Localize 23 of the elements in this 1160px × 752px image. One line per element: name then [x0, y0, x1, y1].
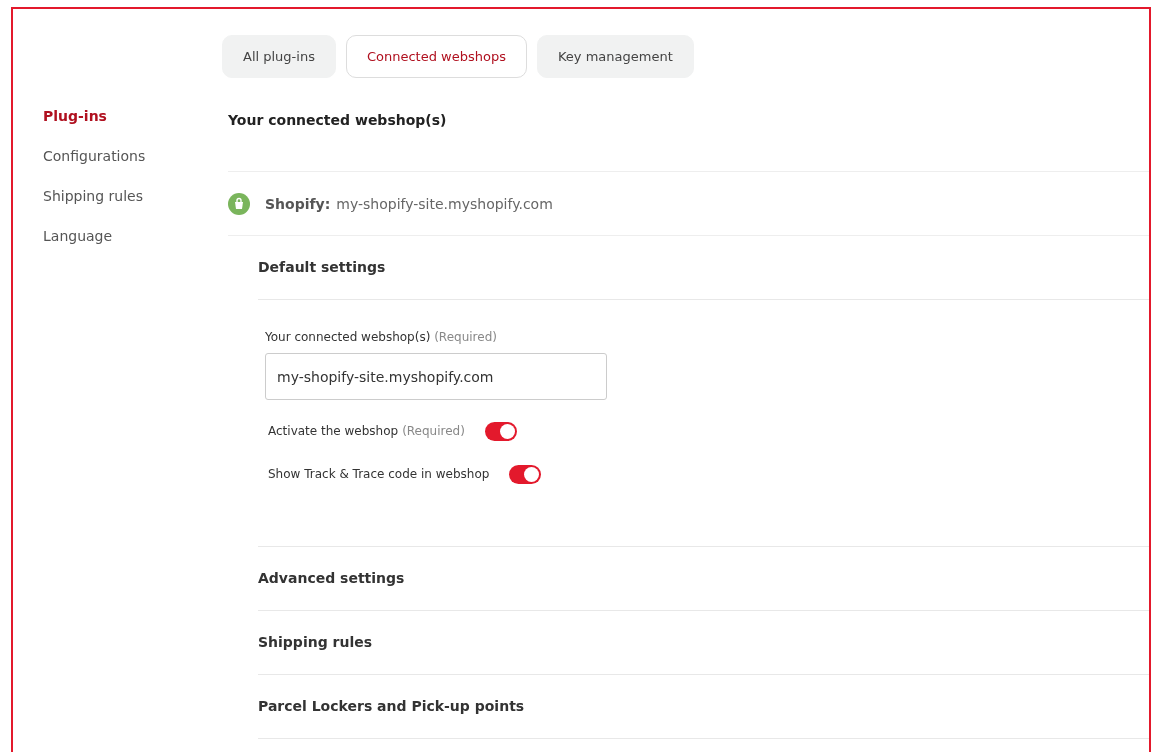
- toggle-label: Show Track & Trace code in webshop: [268, 467, 490, 481]
- tab[interactable]: Connected webshops: [345, 35, 527, 78]
- section-title[interactable]: Advanced settings: [258, 547, 1149, 611]
- sidebar-item[interactable]: Language: [43, 227, 113, 246]
- toggle-label: Activate the webshop: [268, 424, 399, 438]
- toggle-switch[interactable]: [509, 464, 542, 484]
- sidebar-item[interactable]: Shipping rules: [43, 187, 143, 206]
- field-label: Your connected webshop(s): [265, 330, 431, 344]
- section-title[interactable]: Parcel Lockers and Pick-up points: [258, 675, 1149, 739]
- section-heading: Your connected webshop(s): [228, 112, 447, 128]
- section-title[interactable]: Default settings: [258, 236, 1149, 300]
- sidebar-item[interactable]: Plug-ins: [43, 107, 107, 126]
- input-field[interactable]: my-shopify-site.myshopify.com: [265, 353, 607, 400]
- required-note: (Required): [434, 330, 497, 344]
- shopping-bag-icon: [228, 192, 250, 215]
- toggle-switch[interactable]: [484, 421, 517, 441]
- tab[interactable]: Key management: [536, 35, 694, 78]
- section-title[interactable]: Shipping rules: [258, 611, 1149, 675]
- sidebar-item[interactable]: Configurations: [43, 147, 146, 166]
- tab[interactable]: All plug-ins: [222, 35, 336, 78]
- webshop-address: my-shopify-site.myshopify.com: [336, 195, 553, 212]
- required-note: (Required): [402, 424, 465, 438]
- webshop-platform: Shopify:: [265, 195, 331, 212]
